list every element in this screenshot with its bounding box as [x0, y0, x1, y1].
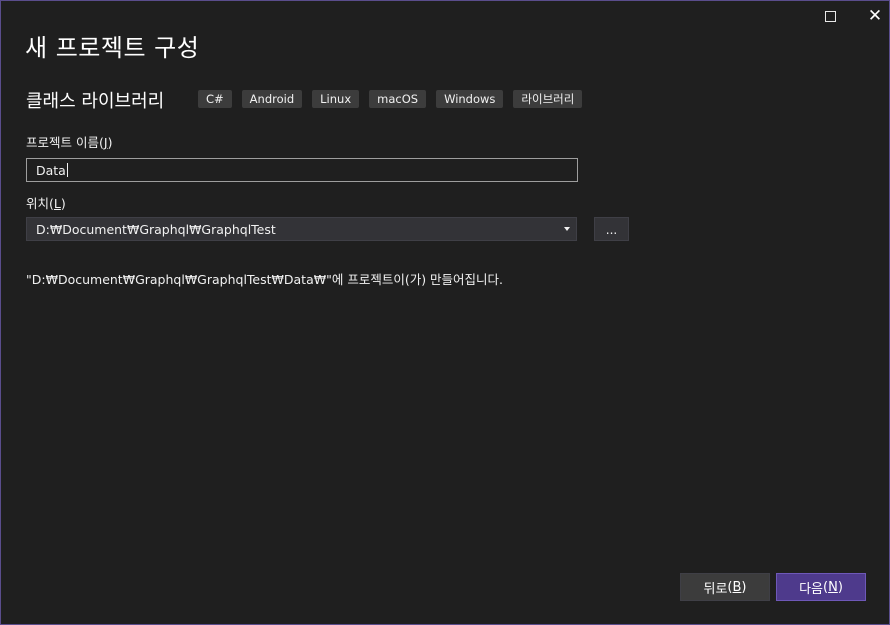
- tag-csharp: C#: [198, 90, 232, 108]
- tag-android: Android: [241, 90, 303, 108]
- template-tags: C# Android Linux macOS Windows 라이브러리: [198, 90, 583, 108]
- maximize-icon: [824, 10, 836, 22]
- close-icon: ✕: [867, 5, 883, 26]
- project-name-value: Data: [36, 162, 66, 178]
- tag-library: 라이브러리: [513, 90, 583, 108]
- back-button[interactable]: 뒤로(B): [680, 573, 770, 601]
- dialog-title: 새 프로젝트 구성: [25, 34, 200, 62]
- maximize-button[interactable]: [808, 1, 852, 31]
- project-path-info: "D:₩Document₩Graphql₩GraphqlTest₩Data₩"에…: [26, 272, 504, 287]
- tag-linux: Linux: [312, 90, 360, 108]
- close-button[interactable]: ✕: [853, 1, 890, 31]
- text-caret: [66, 163, 68, 177]
- configure-project-dialog: ✕ 새 프로젝트 구성 클래스 라이브러리 C# Android Linux m…: [0, 0, 890, 625]
- project-name-input[interactable]: Data: [26, 158, 578, 182]
- location-combobox[interactable]: D:₩Document₩Graphql₩GraphqlTest: [26, 217, 577, 241]
- tag-windows: Windows: [436, 90, 504, 108]
- location-label: 위치(L): [26, 196, 66, 211]
- next-button[interactable]: 다음(N): [776, 573, 866, 601]
- chevron-down-icon[interactable]: [564, 227, 570, 231]
- template-name: 클래스 라이브러리: [26, 91, 165, 112]
- project-name-label: 프로젝트 이름(J): [26, 135, 113, 150]
- browse-button[interactable]: ...: [594, 217, 629, 241]
- tag-macos: macOS: [369, 90, 427, 108]
- location-value: D:₩Document₩Graphql₩GraphqlTest: [36, 221, 276, 237]
